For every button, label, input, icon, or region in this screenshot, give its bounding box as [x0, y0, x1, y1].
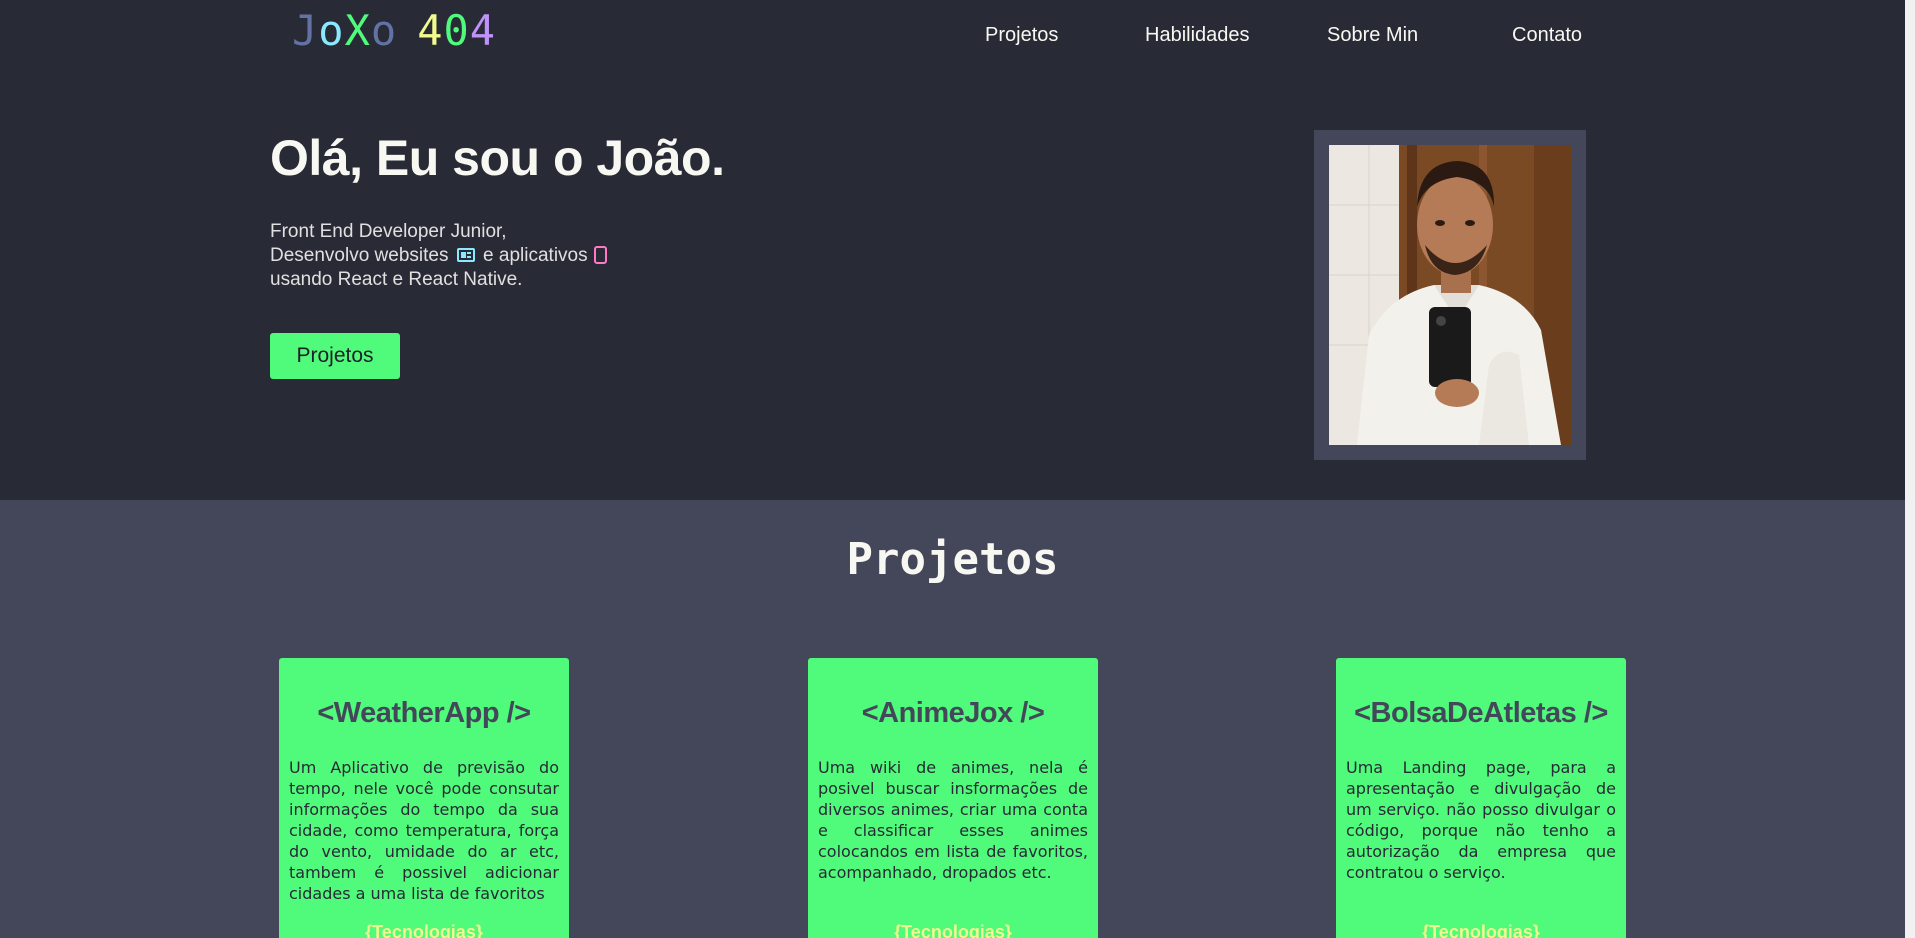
project-card-animejox[interactable]: <AnimeJox /> Uma wiki de animes, nela é … [808, 658, 1098, 938]
nav-link-projetos[interactable]: Projetos [985, 18, 1058, 52]
hero-description: Front End Developer Junior, Desenvolvo w… [270, 220, 790, 292]
project-card-bolsadeatletas[interactable]: <BolsaDeAtletas /> Uma Landing page, par… [1336, 658, 1626, 938]
profile-photo-frame [1314, 130, 1586, 460]
projects-section-title: Projetos [846, 534, 1059, 585]
hero-line-role: Front End Developer Junior, [270, 221, 507, 242]
hero-title: Olá, Eu sou o João. [270, 130, 725, 186]
hero-line-websites: Desenvolvo websites e aplicativos [270, 244, 790, 268]
profile-photo-illustration [1329, 145, 1571, 445]
hero-text-apps: e aplicativos [483, 245, 588, 266]
project-card-description: Um Aplicativo de previsão do tempo, nele… [289, 758, 559, 903]
project-card-title: <WeatherApp /> [317, 697, 531, 729]
project-card-title: <BolsaDeAtletas /> [1354, 697, 1608, 729]
mobile-phone-icon [593, 246, 607, 264]
project-card-tech-label: {Tecnologias} [1422, 922, 1540, 938]
hero-line-tech: usando React e React Native. [270, 269, 523, 290]
website-icon [456, 248, 475, 262]
profile-photo [1329, 145, 1571, 445]
page-scrollbar[interactable] [1905, 0, 1915, 938]
nav-link-sobre-min[interactable]: Sobre Min [1327, 18, 1418, 52]
portfolio-page: JoXo 404 Projetos Habilidades Sobre Min … [0, 0, 1915, 938]
main-nav: Projetos Habilidades Sobre Min Contato [0, 18, 1905, 52]
site-header: JoXo 404 Projetos Habilidades Sobre Min … [0, 0, 1905, 70]
project-card-tech-label: {Tecnologias} [365, 922, 483, 938]
projects-section: Projetos <WeatherApp /> Um Aplicativo de… [0, 500, 1905, 938]
project-card-tech-label: {Tecnologias} [894, 922, 1012, 938]
nav-link-contato[interactable]: Contato [1512, 18, 1582, 52]
nav-link-habilidades[interactable]: Habilidades [1145, 18, 1250, 52]
project-card-description: Uma Landing page, para a apresentação e … [1346, 758, 1616, 882]
project-card-title: <AnimeJox /> [861, 697, 1045, 729]
project-card-description: Uma wiki de animes, nela é posivel busca… [818, 758, 1088, 882]
projects-button[interactable]: Projetos [270, 333, 400, 379]
project-card-weatherapp[interactable]: <WeatherApp /> Um Aplicativo de previsão… [279, 658, 569, 938]
hero-section: Olá, Eu sou o João. Front End Developer … [0, 70, 1905, 500]
hero-text-websites: Desenvolvo websites [270, 245, 449, 266]
